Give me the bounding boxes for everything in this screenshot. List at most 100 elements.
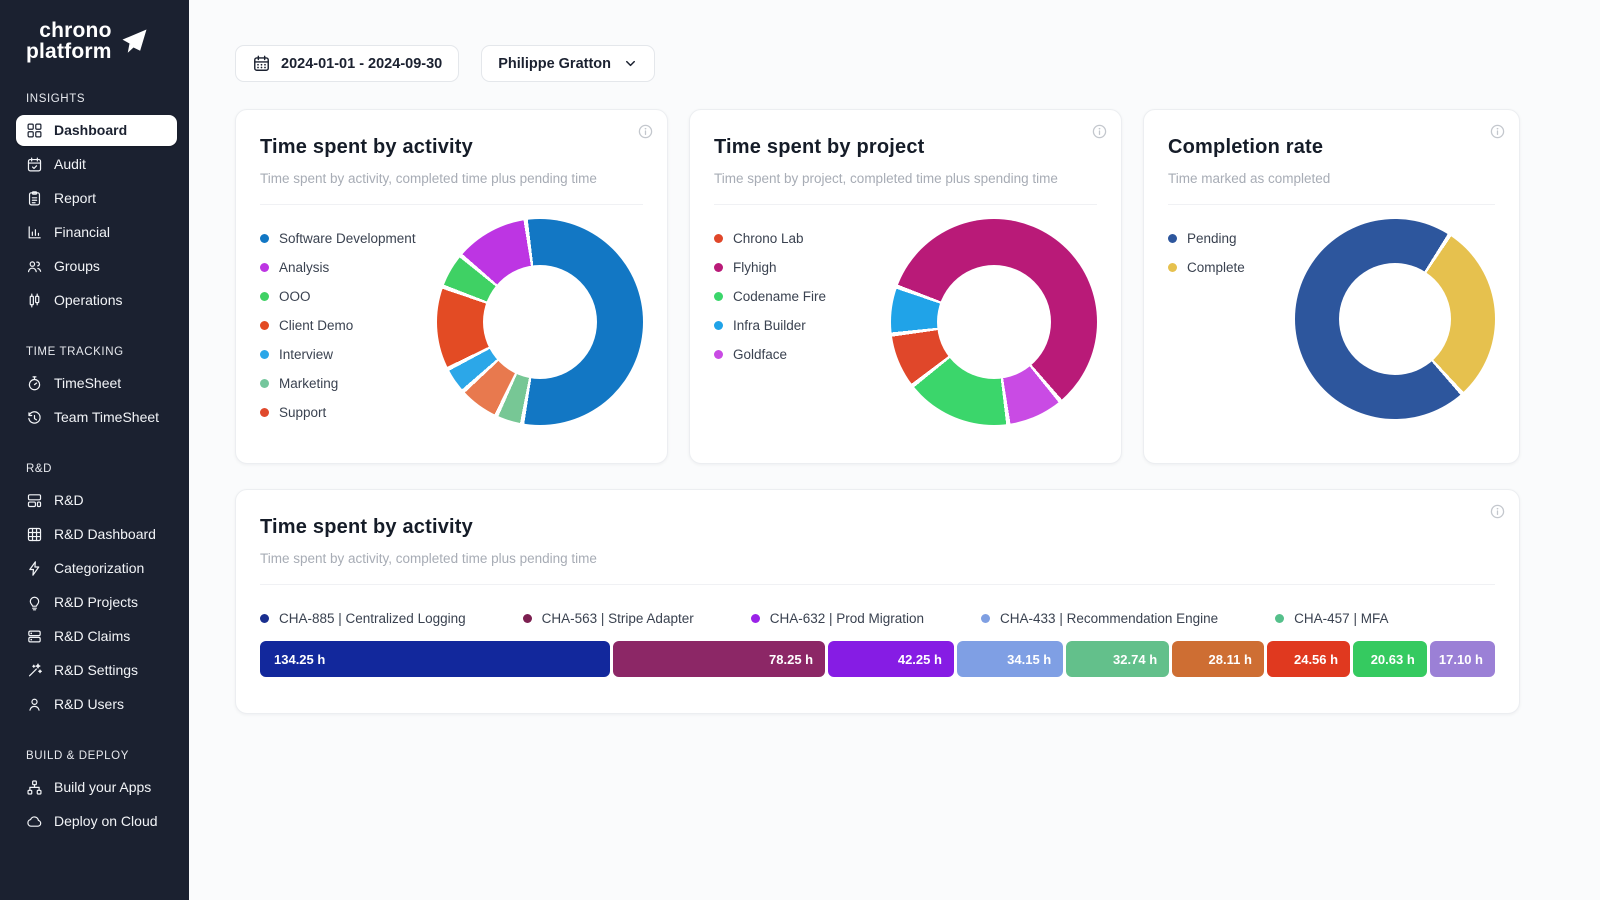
legend-dot xyxy=(714,350,723,359)
date-range-picker[interactable]: 2024-01-01 - 2024-09-30 xyxy=(235,45,459,82)
card-subtitle: Time spent by activity, completed time p… xyxy=(260,551,1495,566)
card-time-spent-by-project-2: Time spent by projectTime spent by proje… xyxy=(689,109,1122,464)
legend-item-analysis[interactable]: Analysis xyxy=(260,260,437,275)
legend-item-client-demo[interactable]: Client Demo xyxy=(260,318,437,333)
card-subtitle: Time spent by activity, completed time p… xyxy=(260,171,643,186)
sidebar-item-financial[interactable]: Financial xyxy=(16,217,177,248)
legend-label: Codename Fire xyxy=(733,289,826,304)
legend-item-cha-457-mfa[interactable]: CHA-457 | MFA xyxy=(1275,611,1388,626)
legend-label: Infra Builder xyxy=(733,318,806,333)
bar-segment-5[interactable]: 32.74 h xyxy=(1066,641,1169,677)
legend-label: Flyhigh xyxy=(733,260,777,275)
legend-dot xyxy=(714,234,723,243)
bar-segment-1[interactable]: 134.25 h xyxy=(260,641,610,677)
chart-legend: Software Development Analysis OOO Client De… xyxy=(260,205,437,434)
sidebar-item-randd[interactable]: R&D xyxy=(16,485,177,516)
legend-dot xyxy=(260,292,269,301)
sidebar-item-randd-dashboard[interactable]: R&D Dashboard xyxy=(16,519,177,550)
user-menu[interactable]: Philippe Gratton xyxy=(481,45,655,82)
groups-people-icon xyxy=(26,258,43,275)
donut-chart-time-spent-by-activity[interactable] xyxy=(437,219,643,425)
legend-dot xyxy=(714,292,723,301)
legend-item-interview[interactable]: Interview xyxy=(260,347,437,362)
donut-chart-body: Software Development Analysis OOO Client De… xyxy=(260,205,643,434)
legend-item-cha-433-recommendation-engine[interactable]: CHA-433 | Recommendation Engine xyxy=(981,611,1218,626)
legend-item-chrono-lab[interactable]: Chrono Lab xyxy=(714,231,891,246)
sidebar-item-randd-claims[interactable]: R&D Claims xyxy=(16,621,177,652)
legend-item-codename-fire[interactable]: Codename Fire xyxy=(714,289,891,304)
sidebar-section-randd: R&D xyxy=(0,463,189,475)
legend-item-marketing[interactable]: Marketing xyxy=(260,376,437,391)
legend-item-software-development[interactable]: Software Development xyxy=(260,231,437,246)
bar-segment-7[interactable]: 24.56 h xyxy=(1267,641,1350,677)
legend-label: CHA-563 | Stripe Adapter xyxy=(542,611,694,626)
sidebar-item-randd-projects[interactable]: R&D Projects xyxy=(16,587,177,618)
sidebar-item-team-timesheet[interactable]: Team TimeSheet xyxy=(16,402,177,433)
bar-segment-4[interactable]: 34.15 h xyxy=(957,641,1063,677)
bar-segment-8[interactable]: 20.63 h xyxy=(1353,641,1427,677)
info-icon[interactable] xyxy=(637,123,654,140)
sidebar-item-audit[interactable]: Audit xyxy=(16,149,177,180)
sidebar-item-deploy-on-cloud[interactable]: Deploy on Cloud xyxy=(16,806,177,837)
legend-item-flyhigh[interactable]: Flyhigh xyxy=(714,260,891,275)
timesheet-stopwatch-icon xyxy=(26,375,43,392)
brand-logo: chrono platform xyxy=(0,20,189,63)
sidebar-item-categorization[interactable]: Categorization xyxy=(16,553,177,584)
main-content: 2024-01-01 - 2024-09-30 Philippe Gratton… xyxy=(189,0,1600,900)
card-subtitle: Time spent by project, completed time pl… xyxy=(714,171,1097,186)
sidebar-item-groups[interactable]: Groups xyxy=(16,251,177,282)
legend-label: OOO xyxy=(279,289,311,304)
chevron-down-icon xyxy=(623,56,638,71)
sidebar-item-timesheet[interactable]: TimeSheet xyxy=(16,368,177,399)
donut-chart-completion-rate[interactable] xyxy=(1295,219,1495,419)
card-title: Completion rate xyxy=(1168,136,1495,159)
legend-label: Marketing xyxy=(279,376,338,391)
legend-item-cha-885-centralized-logging[interactable]: CHA-885 | Centralized Logging xyxy=(260,611,466,626)
sidebar-item-dashboard[interactable]: Dashboard xyxy=(16,115,177,146)
legend-item-infra-builder[interactable]: Infra Builder xyxy=(714,318,891,333)
legend-dot xyxy=(751,614,760,623)
user-name: Philippe Gratton xyxy=(498,56,611,72)
bar-segment-9[interactable]: 17.10 h xyxy=(1430,641,1495,677)
bar-segment-6[interactable]: 28.11 h xyxy=(1172,641,1264,677)
card-time-spent-by-activity-bar: Time spent by activity Time spent by act… xyxy=(235,489,1520,714)
report-clipboard-icon xyxy=(26,190,43,207)
legend-item-ooo[interactable]: OOO xyxy=(260,289,437,304)
donut-chart-body: Pending Complete xyxy=(1168,205,1495,419)
legend-item-complete[interactable]: Complete xyxy=(1168,260,1295,275)
calendar-icon xyxy=(252,54,271,73)
donut-chart-time-spent-by-project[interactable] xyxy=(891,219,1097,425)
chart-legend: Chrono Lab Flyhigh Codename Fire Infra Buil… xyxy=(714,205,891,425)
legend-item-goldface[interactable]: Goldface xyxy=(714,347,891,362)
rnd-projects-bulb-icon xyxy=(26,594,43,611)
chart-legend: Pending Complete xyxy=(1168,205,1295,419)
sidebar-item-randd-settings[interactable]: R&D Settings xyxy=(16,655,177,686)
sidebar-item-operations[interactable]: Operations xyxy=(16,285,177,316)
sidebar-item-randd-users[interactable]: R&D Users xyxy=(16,689,177,720)
legend-item-support[interactable]: Support xyxy=(260,405,437,420)
brand-text: chrono platform xyxy=(26,20,112,63)
bar-segment-3[interactable]: 42.25 h xyxy=(828,641,954,677)
legend-dot xyxy=(1275,614,1284,623)
legend-item-cha-563-stripe-adapter[interactable]: CHA-563 | Stripe Adapter xyxy=(523,611,694,626)
info-icon[interactable] xyxy=(1489,503,1506,520)
sidebar-section-time-tracking: TIME TRACKING xyxy=(0,346,189,358)
legend-dot xyxy=(1168,234,1177,243)
sidebar-item-build-your-apps[interactable]: Build your Apps xyxy=(16,772,177,803)
legend-item-cha-632-prod-migration[interactable]: CHA-632 | Prod Migration xyxy=(751,611,924,626)
topbar: 2024-01-01 - 2024-09-30 Philippe Gratton xyxy=(235,45,1600,82)
legend-label: CHA-885 | Centralized Logging xyxy=(279,611,466,626)
info-icon[interactable] xyxy=(1091,123,1108,140)
sidebar-item-label: Team TimeSheet xyxy=(54,409,159,425)
sidebar-nav: INSIGHTSDashboardAuditReportFinancialGro… xyxy=(0,93,189,837)
sidebar-item-report[interactable]: Report xyxy=(16,183,177,214)
info-icon[interactable] xyxy=(1489,123,1506,140)
bar-segment-2[interactable]: 78.25 h xyxy=(613,641,826,677)
sidebar-item-label: Report xyxy=(54,190,96,206)
legend-item-pending[interactable]: Pending xyxy=(1168,231,1295,246)
donut-hole xyxy=(937,265,1051,379)
card-time-spent-by-activity-1: Time spent by activityTime spent by acti… xyxy=(235,109,668,464)
financial-chart-icon xyxy=(26,224,43,241)
legend-label: Pending xyxy=(1187,231,1237,246)
donut-chart-body: Chrono Lab Flyhigh Codename Fire Infra Buil… xyxy=(714,205,1097,425)
